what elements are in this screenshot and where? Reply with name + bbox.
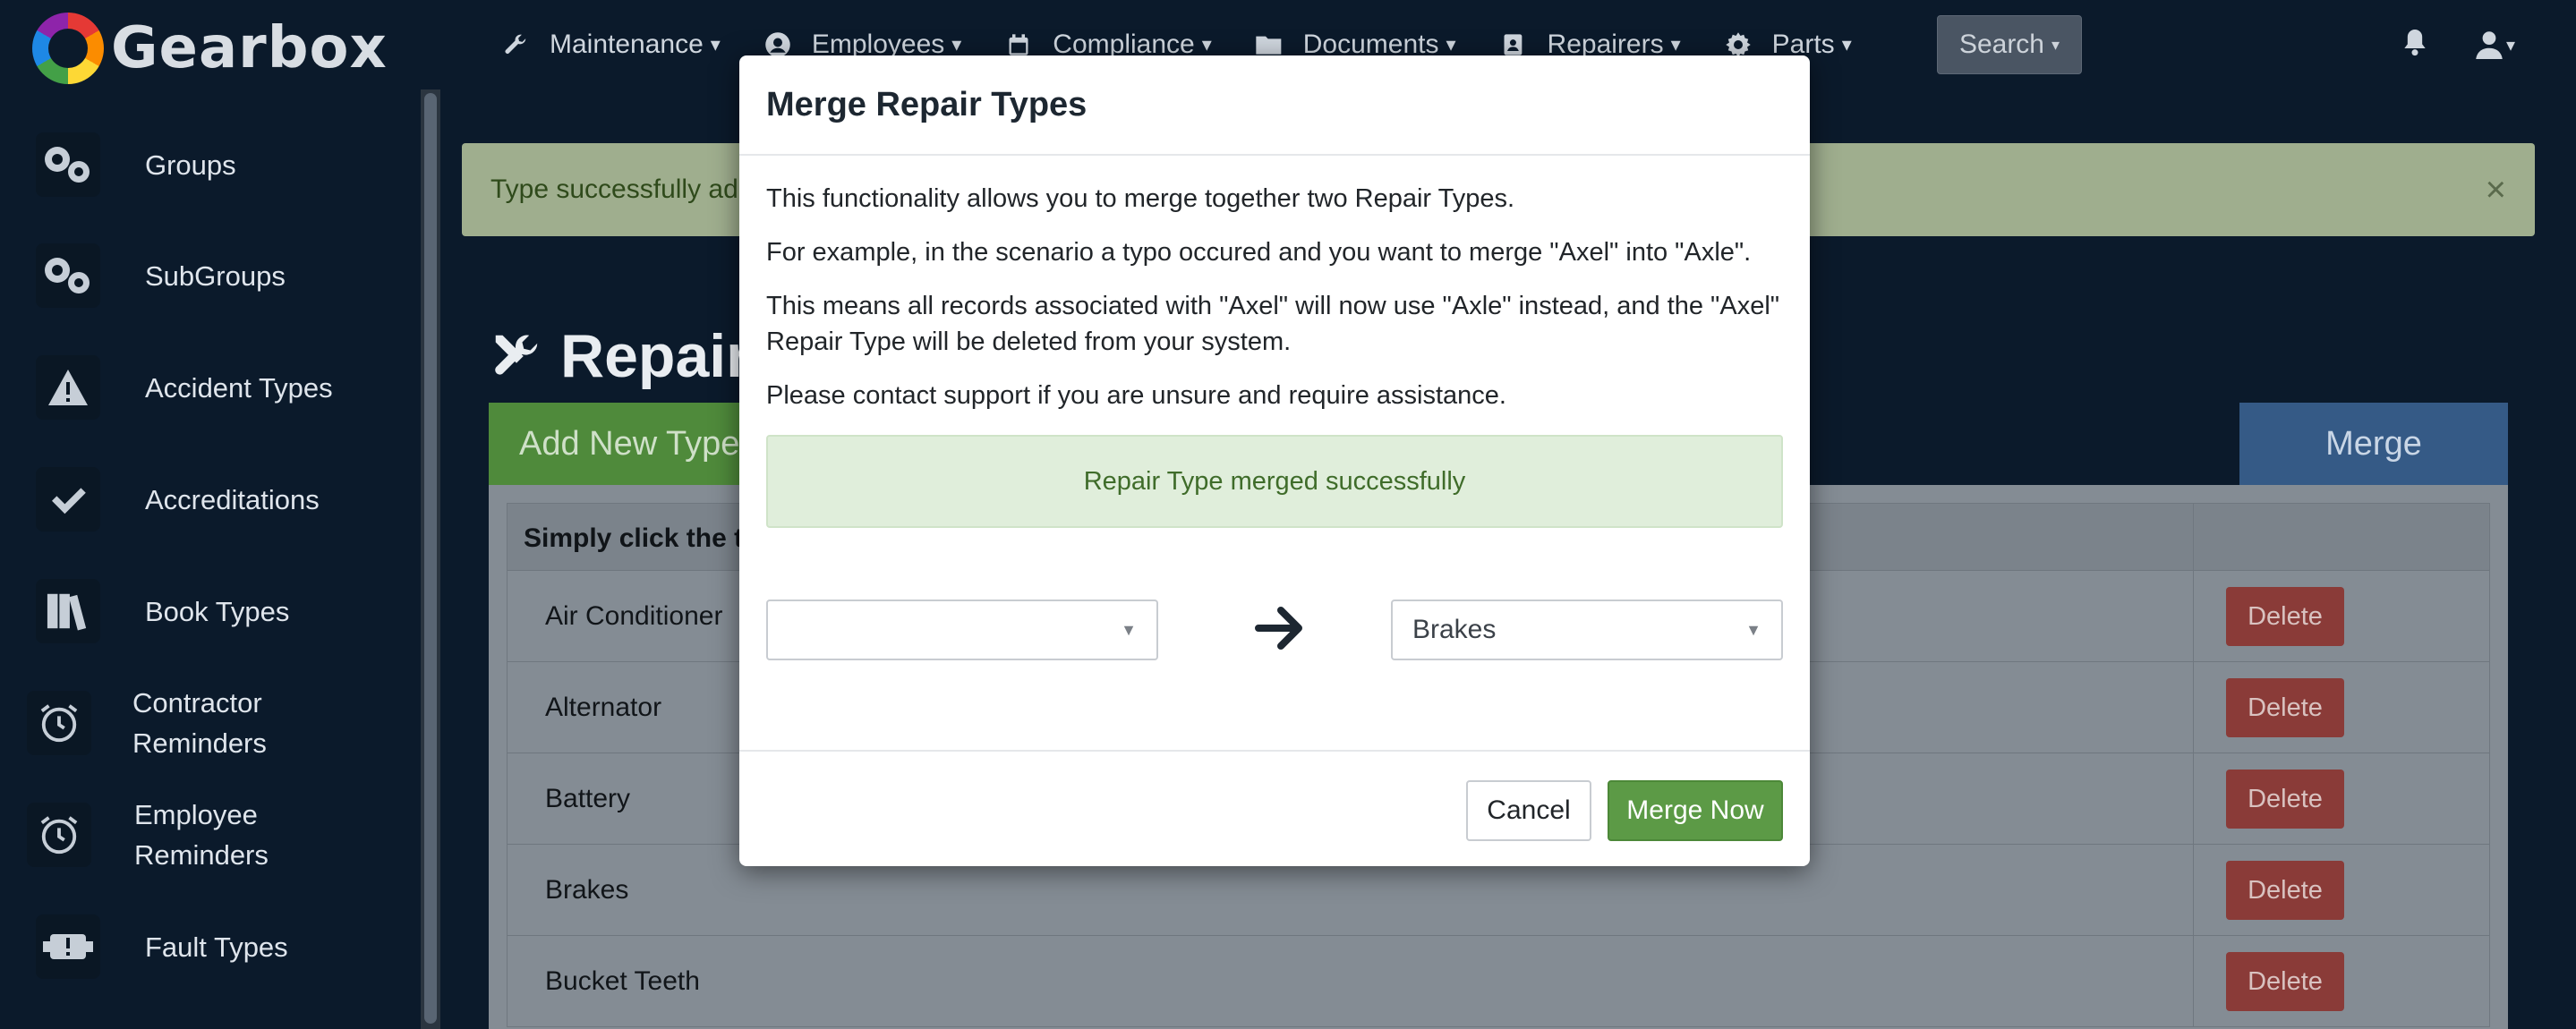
caret-down-icon: ▼ [1745,621,1761,639]
merge-success-message: Repair Type merged successfully [766,435,1783,528]
modal-header: Merge Repair Types [739,55,1810,156]
modal-title: Merge Repair Types [766,86,1088,123]
merge-repair-types-modal: Merge Repair Types This functionality al… [739,55,1810,866]
caret-down-icon: ▼ [1121,621,1137,639]
modal-description-3: This means all records associated with "… [766,292,1780,356]
merge-now-button[interactable]: Merge Now [1608,780,1783,841]
modal-footer: Cancel Merge Now [739,750,1810,866]
cancel-button[interactable]: Cancel [1466,780,1591,841]
modal-body: This functionality allows you to merge t… [766,181,1787,431]
modal-description-1: This functionality allows you to merge t… [766,184,1515,213]
merge-from-select[interactable]: ▼ [766,600,1158,660]
modal-description-4: Please contact support if you are unsure… [766,381,1506,410]
merge-to-value: Brakes [1412,615,1497,644]
merge-to-select[interactable]: Brakes ▼ [1391,600,1783,660]
arrow-right-icon [1250,592,1312,664]
modal-description-2: For example, in the scenario a typo occu… [766,238,1752,267]
